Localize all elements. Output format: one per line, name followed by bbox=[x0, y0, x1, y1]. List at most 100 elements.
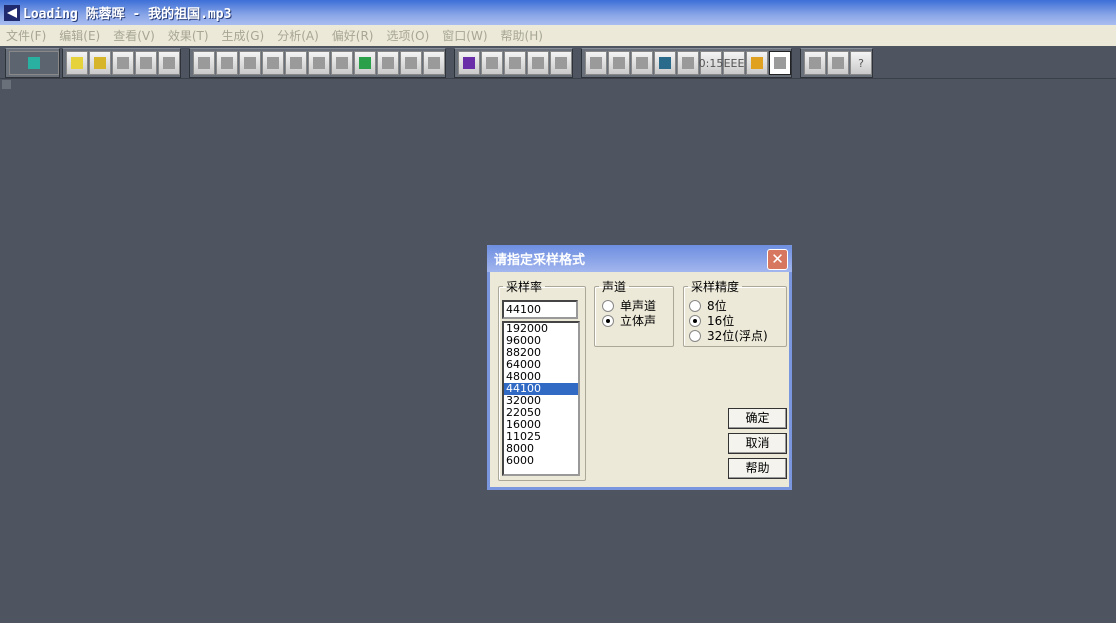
paste-new-button[interactable] bbox=[354, 51, 376, 75]
cancel-button[interactable]: 取消 bbox=[728, 433, 787, 454]
sample-rate-input[interactable]: 44100 bbox=[502, 300, 578, 319]
window1-button[interactable] bbox=[585, 51, 607, 75]
level-meter-icon bbox=[751, 57, 763, 69]
copy-new-button[interactable] bbox=[262, 51, 284, 75]
script-button[interactable] bbox=[827, 51, 849, 75]
menu-item[interactable]: 效果(T) bbox=[168, 27, 209, 44]
spectral-view-button[interactable] bbox=[458, 51, 480, 75]
close-button[interactable]: ✕ bbox=[767, 249, 788, 270]
toolbar-group: 0:15 EEE bbox=[581, 48, 792, 78]
toolbar-group bbox=[454, 48, 573, 78]
level-meter-button[interactable] bbox=[746, 51, 768, 75]
window3-button[interactable] bbox=[631, 51, 653, 75]
redo-icon bbox=[221, 57, 233, 69]
trim-icon bbox=[405, 57, 417, 69]
settings-icon bbox=[809, 57, 821, 69]
grid3-button[interactable] bbox=[550, 51, 572, 75]
grid2-button[interactable] bbox=[527, 51, 549, 75]
redo-button[interactable] bbox=[216, 51, 238, 75]
check-icon bbox=[486, 57, 498, 69]
channels-radio[interactable]: 立体声 bbox=[602, 312, 656, 329]
undo-button[interactable] bbox=[193, 51, 215, 75]
save-button[interactable] bbox=[112, 51, 134, 75]
check-button[interactable] bbox=[481, 51, 503, 75]
radio-label: 立体声 bbox=[620, 314, 657, 328]
blank-window-button[interactable] bbox=[769, 51, 791, 75]
window3-icon bbox=[636, 57, 648, 69]
menu-item[interactable]: 选项(O) bbox=[386, 27, 429, 44]
trim-button[interactable] bbox=[400, 51, 422, 75]
copy-new-icon bbox=[267, 57, 279, 69]
help-button[interactable]: 帮助 bbox=[728, 458, 787, 479]
menu-item[interactable]: 帮助(H) bbox=[501, 27, 543, 44]
zoom-icon bbox=[682, 57, 694, 69]
repeat-icon bbox=[244, 57, 256, 69]
grid1-button[interactable] bbox=[504, 51, 526, 75]
toolbar-group bbox=[189, 48, 446, 78]
open-icon bbox=[94, 57, 106, 69]
new-icon bbox=[71, 57, 83, 69]
script-icon bbox=[832, 57, 844, 69]
cut-icon bbox=[313, 57, 325, 69]
menu-item[interactable]: 偏好(R) bbox=[332, 27, 374, 44]
new-button[interactable] bbox=[66, 51, 88, 75]
cut-button[interactable] bbox=[308, 51, 330, 75]
paste-icon bbox=[336, 57, 348, 69]
save-as-button[interactable] bbox=[135, 51, 157, 75]
menu-item[interactable]: 查看(V) bbox=[113, 27, 155, 44]
save-all-button[interactable] bbox=[158, 51, 180, 75]
dialog-title-bar[interactable]: 请指定采样格式 ✕ bbox=[487, 245, 792, 272]
paste-new-icon bbox=[359, 57, 371, 69]
menu-item[interactable]: 编辑(E) bbox=[59, 27, 100, 44]
radio-circle-icon bbox=[689, 329, 701, 342]
time-button[interactable]: 0:15 bbox=[699, 51, 723, 75]
grid1-icon bbox=[509, 57, 521, 69]
paste-button[interactable] bbox=[331, 51, 353, 75]
title-bar: Loading 陈蓉晖 - 我的祖国.mp3 bbox=[0, 0, 1116, 25]
eee-icon: EEE bbox=[723, 56, 745, 70]
resolution-legend: 采样精度 bbox=[691, 280, 740, 294]
menu-item[interactable]: 分析(A) bbox=[277, 27, 319, 44]
help-icon: ? bbox=[858, 56, 864, 70]
copy-button[interactable] bbox=[285, 51, 307, 75]
mix-paste-icon bbox=[382, 57, 394, 69]
blank-window-icon bbox=[774, 57, 786, 69]
sample-rate-option[interactable]: 6000 bbox=[504, 455, 578, 467]
session-icon bbox=[28, 57, 40, 69]
save-as-icon bbox=[140, 57, 152, 69]
goto-button[interactable] bbox=[423, 51, 445, 75]
ok-button[interactable]: 确定 bbox=[728, 408, 787, 429]
copy-icon bbox=[290, 57, 302, 69]
repeat-button[interactable] bbox=[239, 51, 261, 75]
settings-button[interactable] bbox=[804, 51, 826, 75]
window1-icon bbox=[590, 57, 602, 69]
radio-circle-icon bbox=[689, 314, 701, 327]
radio-circle-icon bbox=[602, 299, 614, 312]
menu-item[interactable]: 生成(G) bbox=[222, 27, 265, 44]
help-button[interactable]: ? bbox=[850, 51, 872, 75]
zoom-button[interactable] bbox=[677, 51, 699, 75]
open-button[interactable] bbox=[89, 51, 111, 75]
mix-paste-button[interactable] bbox=[377, 51, 399, 75]
toolbar-group bbox=[62, 48, 181, 78]
grid3-icon bbox=[555, 57, 567, 69]
eee-button[interactable]: EEE bbox=[723, 51, 745, 75]
toolbar-group bbox=[5, 48, 60, 78]
session-button[interactable] bbox=[9, 51, 59, 75]
menu-bar: 文件(F) 编辑(E) 查看(V) 效果(T) 生成(G) 分析(A) 偏好(R) 选项(O)… bbox=[0, 25, 1116, 46]
dialog-title: 请指定采样格式 bbox=[494, 253, 586, 268]
radio-circle-icon bbox=[689, 299, 701, 312]
play-button[interactable] bbox=[654, 51, 676, 75]
workspace-corner bbox=[2, 80, 11, 89]
window2-button[interactable] bbox=[608, 51, 630, 75]
resolution-radio[interactable]: 32位(浮点) bbox=[689, 327, 768, 344]
save-all-icon bbox=[163, 57, 175, 69]
play-icon bbox=[659, 57, 671, 69]
radio-label: 32位(浮点) bbox=[707, 329, 768, 343]
toolbar: 0:15 EEE? bbox=[0, 46, 1116, 79]
sample-rate-list[interactable]: 192000 96000 88200 64000 48000 44100 32000 2205… bbox=[502, 321, 580, 476]
channels-legend: 声道 bbox=[602, 280, 627, 294]
menu-item[interactable]: 文件(F) bbox=[6, 27, 46, 44]
window-title: Loading 陈蓉晖 - 我的祖国.mp3 bbox=[23, 7, 232, 22]
menu-item[interactable]: 窗口(W) bbox=[442, 27, 487, 44]
